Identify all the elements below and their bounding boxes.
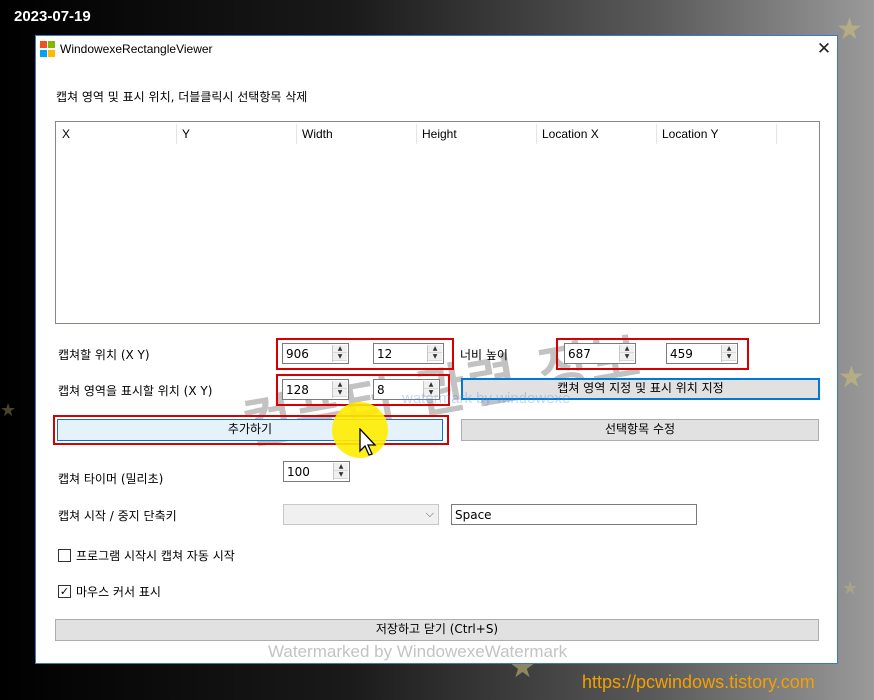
width-input[interactable]: 687 ▲ ▼ (564, 343, 636, 364)
capture-y-input[interactable]: 12 ▲ ▼ (373, 343, 444, 364)
star-decoration: ★ (0, 400, 17, 421)
autostart-checkbox[interactable] (58, 549, 71, 562)
spin-arrows-icon[interactable]: ▲ ▼ (721, 345, 736, 362)
height-input[interactable]: 459 ▲ ▼ (666, 343, 738, 364)
capture-x-input[interactable]: 906 ▲ ▼ (282, 343, 349, 364)
capture-y-value: 12 (377, 347, 393, 361)
column-divider[interactable] (296, 124, 297, 144)
column-header-location-y[interactable]: Location Y (662, 127, 719, 141)
close-icon[interactable]: ✕ (812, 38, 836, 60)
app-tiles-icon (40, 41, 56, 57)
check-icon: ✓ (59, 585, 70, 598)
autostart-label[interactable]: 프로그램 시작시 캡쳐 자동 시작 (76, 547, 235, 564)
width-value: 687 (568, 347, 591, 361)
column-divider[interactable] (176, 124, 177, 144)
site-url[interactable]: https://pcwindows.tistory.com (582, 672, 815, 693)
capture-position-label: 캡쳐할 위치 (X Y) (58, 348, 150, 362)
column-divider[interactable] (416, 124, 417, 144)
timer-label: 캡쳐 타이머 (밀리초) (58, 472, 164, 486)
hotkey-value: Space (455, 508, 492, 522)
hotkey-input[interactable]: Space (451, 504, 697, 525)
timer-input[interactable]: 100 ▲ ▼ (283, 461, 350, 482)
show-cursor-checkbox[interactable]: ✓ (58, 585, 71, 598)
timer-value: 100 (287, 465, 310, 479)
display-position-label: 캡쳐 영역을 표시할 위치 (X Y) (58, 384, 213, 398)
instructions-label: 캡쳐 영역 및 표시 위치, 더블클릭시 선택항목 삭제 (56, 90, 308, 104)
watermark-bottom: Watermarked by WindowexeWatermark (268, 642, 568, 661)
spin-arrows-icon[interactable]: ▲ ▼ (332, 345, 347, 362)
client-area: 캡쳐 영역 및 표시 위치, 더블클릭시 선택항목 삭제 X Y Width H… (36, 62, 837, 663)
spin-arrows-icon[interactable]: ▲ ▼ (619, 345, 634, 362)
window-title: WindowexeRectangleViewer (60, 42, 213, 56)
hotkey-modifier-select[interactable]: ⌵ (283, 504, 439, 525)
display-x-input[interactable]: 128 ▲ ▼ (282, 379, 349, 400)
save-close-button[interactable]: 저장하고 닫기 (Ctrl+S) (55, 619, 819, 641)
capture-x-value: 906 (286, 347, 309, 361)
column-header-height[interactable]: Height (422, 127, 457, 141)
title-bar[interactable]: WindowexeRectangleViewer ✕ (36, 36, 837, 62)
display-x-value: 128 (286, 383, 309, 397)
height-value: 459 (670, 347, 693, 361)
spin-arrows-icon[interactable]: ▲ ▼ (333, 463, 348, 480)
rectangle-list[interactable]: X Y Width Height Location X Location Y (55, 121, 820, 324)
app-window: WindowexeRectangleViewer ✕ 캡쳐 영역 및 표시 위치… (35, 35, 838, 664)
star-decoration: ★ (836, 12, 863, 47)
watermark-small: watermark by windowexe (402, 390, 571, 407)
mouse-cursor-icon (359, 428, 377, 456)
column-divider[interactable] (776, 124, 777, 144)
column-header-y[interactable]: Y (182, 127, 190, 141)
spin-arrows-icon[interactable]: ▲ ▼ (427, 345, 442, 362)
column-divider[interactable] (656, 124, 657, 144)
date-overlay: 2023-07-19 (14, 8, 91, 25)
edit-selected-button[interactable]: 선택항목 수정 (461, 419, 819, 441)
star-decoration: ★ (842, 578, 859, 599)
hotkey-label: 캡쳐 시작 / 중지 단축키 (58, 509, 177, 523)
star-decoration: ★ (838, 360, 865, 395)
chevron-down-icon: ⌵ (425, 507, 434, 520)
column-divider[interactable] (536, 124, 537, 144)
column-header-width[interactable]: Width (302, 127, 333, 141)
spin-arrows-icon[interactable]: ▲ ▼ (332, 381, 347, 398)
display-y-value: 8 (377, 383, 385, 397)
size-label: 너비 높이 (460, 348, 508, 362)
column-header-x[interactable]: X (62, 127, 70, 141)
show-cursor-label[interactable]: 마우스 커서 표시 (76, 583, 161, 600)
column-header-location-x[interactable]: Location X (542, 127, 599, 141)
